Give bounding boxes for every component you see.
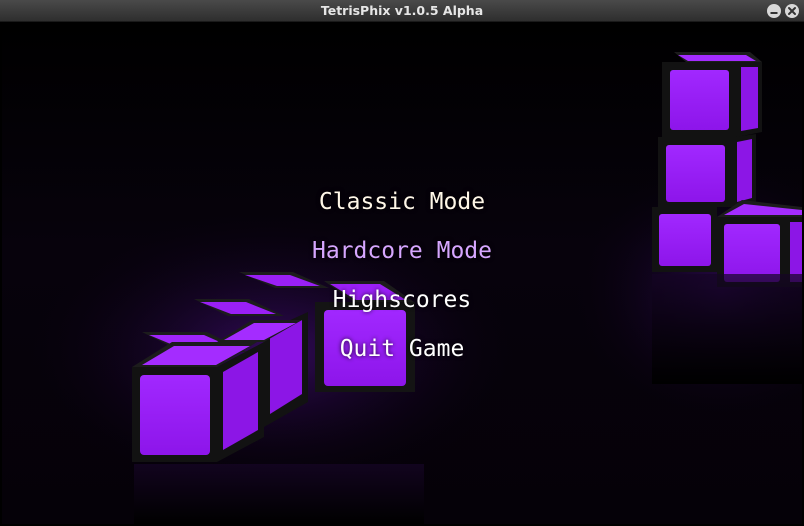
close-icon (788, 7, 796, 15)
menu-item-highscores[interactable]: Highscores (333, 276, 471, 325)
menu-item-classic-mode[interactable]: Classic Mode (319, 178, 485, 227)
window-title: TetrisPhix v1.0.5 Alpha (320, 3, 484, 18)
game-viewport[interactable]: Classic Mode Hardcore Mode Highscores Qu… (2, 22, 802, 524)
window-titlebar[interactable]: TetrisPhix v1.0.5 Alpha (0, 0, 804, 22)
menu-item-hardcore-mode[interactable]: Hardcore Mode (312, 227, 492, 276)
minimize-icon (770, 12, 778, 14)
main-menu: Classic Mode Hardcore Mode Highscores Qu… (2, 178, 802, 374)
menu-item-quit-game[interactable]: Quit Game (340, 325, 465, 374)
minimize-button[interactable] (767, 4, 781, 18)
close-button[interactable] (785, 4, 799, 18)
